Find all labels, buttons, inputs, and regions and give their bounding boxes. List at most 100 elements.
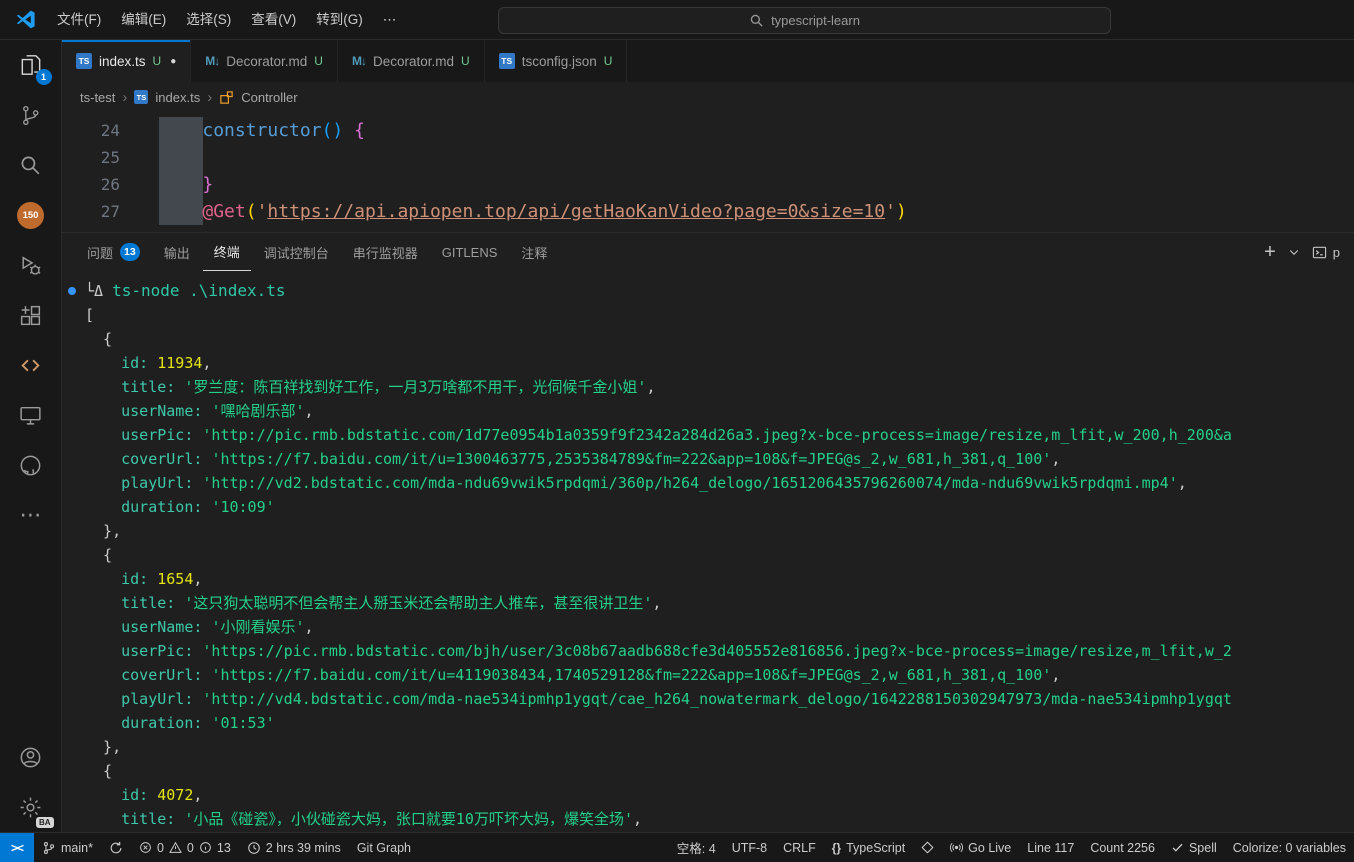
check-icon xyxy=(1171,841,1184,854)
status-problems[interactable]: 0013 xyxy=(131,833,239,862)
panel-actions: +p xyxy=(1264,242,1340,262)
panel-tab-6[interactable]: 注释 xyxy=(510,233,558,271)
more-icon[interactable]: ⋯ xyxy=(0,490,62,540)
status-count[interactable]: Count 2256 xyxy=(1082,833,1163,862)
code-line[interactable]: 26 } xyxy=(62,171,1354,198)
github-icon[interactable] xyxy=(0,440,62,490)
menu-item-1[interactable]: 编辑(E) xyxy=(111,0,176,40)
status-line[interactable]: Line 117 xyxy=(1019,833,1082,862)
error-count: 0 xyxy=(157,841,164,855)
class-symbol-icon xyxy=(219,90,234,105)
tab-label: tsconfig.json xyxy=(522,54,597,69)
run-debug-icon[interactable] xyxy=(0,240,62,290)
status-language[interactable]: {}TypeScript xyxy=(824,833,913,862)
remote-indicator[interactable]: >< xyxy=(0,833,34,862)
terminal-line: duration: '01:53' xyxy=(85,711,1354,735)
terminal-dropdown-icon[interactable] xyxy=(1288,246,1300,258)
search-icon[interactable] xyxy=(0,140,62,190)
status-label: Line 117 xyxy=(1027,841,1074,855)
tab-index-ts[interactable]: TSindex.tsU● xyxy=(62,40,191,82)
status-branch[interactable]: main* xyxy=(34,833,101,862)
status-encoding[interactable]: UTF-8 xyxy=(724,833,775,862)
breadcrumb-item[interactable]: Controller xyxy=(241,90,297,105)
panel-tab-label: 问题 xyxy=(87,243,113,262)
panel-tab-2[interactable]: 终端 xyxy=(203,233,251,271)
activity-bar-bottom: BA xyxy=(0,732,62,832)
panel-tab-1[interactable]: 输出 xyxy=(153,233,201,271)
code-line[interactable]: 24 constructor() { xyxy=(62,117,1354,144)
breadcrumb-separator: › xyxy=(207,89,212,106)
sync-icon xyxy=(109,841,123,855)
code-line[interactable]: 25 xyxy=(62,144,1354,171)
status-label: Spell xyxy=(1189,841,1217,855)
status-sync[interactable] xyxy=(101,833,131,862)
status-extension-diamond[interactable] xyxy=(913,833,942,862)
code-line[interactable]: 27 @Get('https://api.apiopen.top/api/get… xyxy=(62,198,1354,225)
panel-tab-3[interactable]: 调试控制台 xyxy=(253,233,340,271)
clock-icon xyxy=(247,841,261,855)
panel-tab-0[interactable]: 问题13 xyxy=(76,233,151,271)
terminal-output[interactable]: └Δ ts-node .\index.ts[ { id: 11934, titl… xyxy=(62,271,1354,832)
warning-count: 0 xyxy=(187,841,194,855)
terminal-line: title: '罗兰度：陈百祥找到好工作，一月3万啥都不用干，光伺候千金小姐', xyxy=(85,375,1354,399)
git-status-untracked: U xyxy=(153,54,162,68)
bottom-panel: 问题13输出终端调试控制台串行监视器GITLENS注释+p └Δ ts-node… xyxy=(62,232,1354,832)
menu-item-0[interactable]: 文件(F) xyxy=(47,0,111,40)
menu-item-2[interactable]: 选择(S) xyxy=(176,0,241,40)
status-spaces[interactable]: 空格: 4 xyxy=(669,833,724,862)
status-label: CRLF xyxy=(783,841,816,855)
count-badge-circle: 150 xyxy=(17,202,44,229)
panel-tab-5[interactable]: GITLENS xyxy=(431,233,509,271)
command-center-search[interactable]: typescript-learn xyxy=(498,7,1111,34)
breadcrumb-item[interactable]: ts-test xyxy=(80,90,115,105)
search-text: typescript-learn xyxy=(771,13,860,28)
menu-item-3[interactable]: 查看(V) xyxy=(241,0,306,40)
status-spell[interactable]: Spell xyxy=(1163,833,1225,862)
account-icon[interactable] xyxy=(0,732,62,782)
status-bar: ><main*00132 hrs 39 minsGit Graph 空格: 4U… xyxy=(0,832,1354,862)
tab-bar: TSindex.tsU●M↓Decorator.mdUM↓Decorator.m… xyxy=(62,40,1354,82)
command-decoration-icon xyxy=(68,287,76,295)
panel-tab-label: 终端 xyxy=(214,242,240,261)
code-lines: 24 constructor() {2526 }27 @Get('https:/… xyxy=(62,112,1354,225)
vscode-window: 文件(F)编辑(E)选择(S)查看(V)转到(G)⋯ typescript-le… xyxy=(0,0,1354,862)
errors-icon xyxy=(139,841,152,854)
tab-label: index.ts xyxy=(99,54,146,69)
code-editor[interactable]: 24 constructor() {2526 }27 @Get('https:/… xyxy=(62,112,1354,232)
status-go-live[interactable]: Go Live xyxy=(942,833,1019,862)
tab-decorator-md[interactable]: M↓Decorator.mdU xyxy=(338,40,485,82)
status-label: Go Live xyxy=(968,841,1011,855)
circle-150-icon[interactable]: 150 xyxy=(0,190,62,240)
status-label: TypeScript xyxy=(846,841,905,855)
status-label: 空格: 4 xyxy=(677,838,716,857)
status-colorize[interactable]: Colorize: 0 variables xyxy=(1225,833,1354,862)
activity-bar: 1 150 ⋯ BA xyxy=(0,40,62,832)
panel-tab-label: 调试控制台 xyxy=(264,243,329,262)
breadcrumb-item[interactable]: index.ts xyxy=(155,90,200,105)
tab-decorator-md[interactable]: M↓Decorator.mdU xyxy=(191,40,338,82)
git-status-untracked: U xyxy=(604,54,613,68)
source-control-icon[interactable] xyxy=(0,90,62,140)
remote-explorer-icon[interactable] xyxy=(0,390,62,440)
breadcrumb: ts-test›TSindex.ts›Controller xyxy=(62,82,1354,112)
status-eol[interactable]: CRLF xyxy=(775,833,824,862)
new-terminal-button[interactable]: + xyxy=(1264,242,1276,262)
status-git-graph[interactable]: Git Graph xyxy=(349,833,419,862)
settings-icon[interactable]: BA xyxy=(0,782,62,832)
terminal-line: id: 1654, xyxy=(85,567,1354,591)
titlebar: 文件(F)编辑(E)选择(S)查看(V)转到(G)⋯ typescript-le… xyxy=(0,0,1354,40)
menu-item-5[interactable]: ⋯ xyxy=(373,0,407,40)
terminal-list-item[interactable]: p xyxy=(1312,245,1340,260)
code-brackets-icon[interactable] xyxy=(0,340,62,390)
panel-tab-4[interactable]: 串行监视器 xyxy=(342,233,429,271)
menu-item-4[interactable]: 转到(G) xyxy=(306,0,373,40)
line-number: 26 xyxy=(62,171,120,198)
activity-badge: 1 xyxy=(36,69,52,85)
explorer-icon[interactable]: 1 xyxy=(0,40,62,90)
extensions-icon[interactable] xyxy=(0,290,62,340)
typescript-file-icon: TS xyxy=(134,90,148,104)
tab-tsconfig-json[interactable]: TStsconfig.jsonU xyxy=(485,40,628,82)
panel-tab-bar: 问题13输出终端调试控制台串行监视器GITLENS注释+p xyxy=(62,233,1354,271)
status-label: main* xyxy=(61,841,93,855)
status-time-tracker[interactable]: 2 hrs 39 mins xyxy=(239,833,349,862)
